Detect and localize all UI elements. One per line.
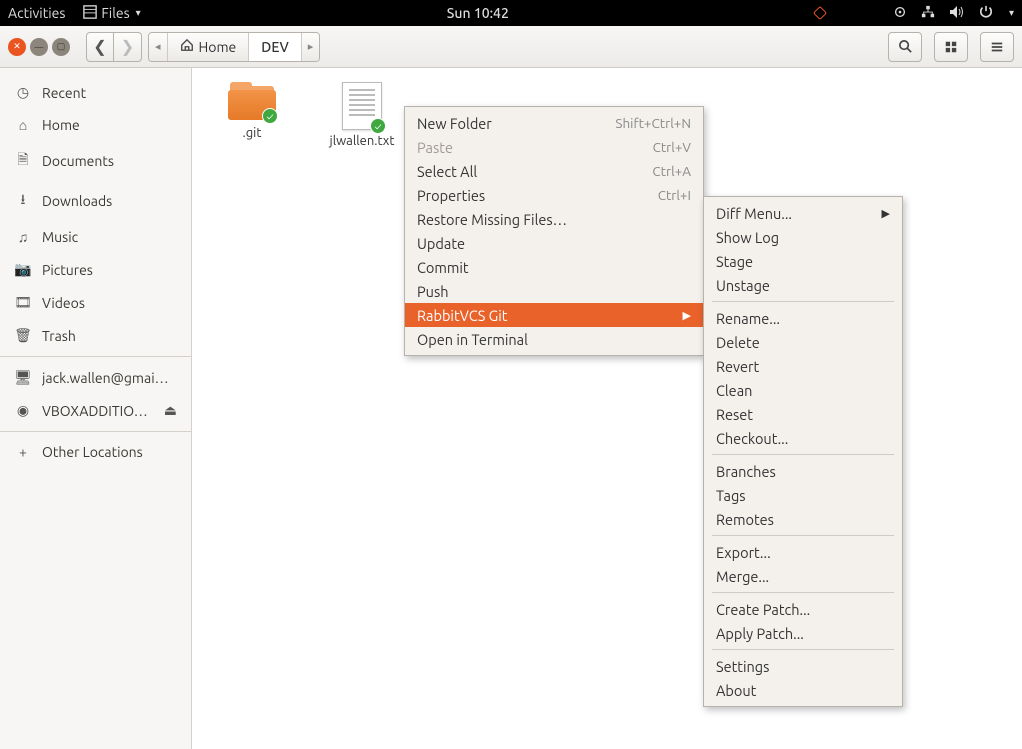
computer-icon: 🖥 bbox=[14, 369, 32, 386]
view-toggle-button[interactable] bbox=[934, 32, 968, 62]
files-icon bbox=[83, 5, 97, 22]
sidebar-item-other[interactable]: +Other Locations bbox=[0, 436, 191, 468]
submenu-clean[interactable]: Clean bbox=[704, 378, 902, 402]
menu-select-all[interactable]: Select AllCtrl+A bbox=[405, 159, 703, 183]
sidebar-item-account[interactable]: 🖥jack.wallen@gmail.... bbox=[0, 361, 191, 394]
submenu-revert[interactable]: Revert bbox=[704, 354, 902, 378]
forward-button[interactable]: ❯ bbox=[114, 32, 142, 62]
vcs-ok-badge-icon: ✓ bbox=[370, 118, 386, 134]
submenu-delete[interactable]: Delete bbox=[704, 330, 902, 354]
submenu-merge[interactable]: Merge... bbox=[704, 564, 902, 588]
path-home[interactable]: Home bbox=[168, 33, 250, 61]
submenu-apply-patch[interactable]: Apply Patch... bbox=[704, 621, 902, 645]
submenu-about[interactable]: About bbox=[704, 678, 902, 702]
sidebar-item-trash[interactable]: 🗑Trash bbox=[0, 319, 191, 352]
minimize-button[interactable]: — bbox=[30, 38, 48, 56]
clock-icon: ◷ bbox=[14, 84, 32, 101]
submenu-rename[interactable]: Rename... bbox=[704, 306, 902, 330]
menu-restore-missing[interactable]: Restore Missing Files… bbox=[405, 207, 703, 231]
disc-icon: ◉ bbox=[14, 402, 32, 419]
vcs-ok-badge-icon: ✓ bbox=[262, 108, 278, 124]
context-menu: New FolderShift+Ctrl+N PasteCtrl+V Selec… bbox=[404, 106, 704, 356]
submenu-create-patch[interactable]: Create Patch... bbox=[704, 597, 902, 621]
video-icon: 🎞 bbox=[14, 294, 32, 311]
submenu-stage[interactable]: Stage bbox=[704, 249, 902, 273]
menu-new-folder[interactable]: New FolderShift+Ctrl+N bbox=[405, 111, 703, 135]
app-menu[interactable]: Files ▾ bbox=[83, 5, 140, 22]
file-manager-toolbar: ✕ — ▢ ❮ ❯ ◂ Home DEV ▸ bbox=[0, 26, 1022, 68]
submenu-branches[interactable]: Branches bbox=[704, 459, 902, 483]
back-button[interactable]: ❮ bbox=[86, 32, 114, 62]
home-icon: ⌂ bbox=[14, 117, 32, 133]
submenu-unstage[interactable]: Unstage bbox=[704, 273, 902, 297]
eject-icon[interactable]: ⏏ bbox=[164, 402, 177, 419]
power-icon[interactable] bbox=[979, 5, 993, 22]
settings-indicator-icon[interactable] bbox=[893, 5, 907, 22]
submenu-reset[interactable]: Reset bbox=[704, 402, 902, 426]
plus-icon: + bbox=[14, 444, 32, 460]
submenu-checkout[interactable]: Checkout... bbox=[704, 426, 902, 450]
gnome-top-bar: Activities Files ▾ Sun 10:42 ▾ bbox=[0, 0, 1022, 26]
sidebar-item-music[interactable]: ♫Music bbox=[0, 221, 191, 253]
download-icon: ⭳ bbox=[14, 189, 32, 213]
submenu-tags[interactable]: Tags bbox=[704, 483, 902, 507]
file-label: jlwallen.txt bbox=[330, 134, 395, 148]
network-icon[interactable] bbox=[921, 5, 935, 22]
sidebar-item-home[interactable]: ⌂Home bbox=[0, 109, 191, 141]
hamburger-menu-button[interactable] bbox=[980, 32, 1014, 62]
sidebar-item-disk[interactable]: ◉VBOXADDITIO…⏏ bbox=[0, 394, 191, 427]
camera-icon: 📷 bbox=[14, 261, 32, 278]
submenu-settings[interactable]: Settings bbox=[704, 654, 902, 678]
path-prev-button[interactable]: ◂ bbox=[149, 33, 168, 61]
sidebar-item-recent[interactable]: ◷Recent bbox=[0, 76, 191, 109]
menu-commit[interactable]: Commit bbox=[405, 255, 703, 279]
sidebar-item-documents[interactable]: 🗎Documents bbox=[0, 141, 191, 181]
home-icon bbox=[180, 38, 194, 55]
trash-icon: 🗑 bbox=[14, 327, 32, 344]
chevron-down-icon: ▾ bbox=[1009, 7, 1014, 19]
submenu-remotes[interactable]: Remotes bbox=[704, 507, 902, 531]
menu-update[interactable]: Update bbox=[405, 231, 703, 255]
submenu-diff[interactable]: Diff Menu...▶ bbox=[704, 201, 902, 225]
folder-icon: ✓ bbox=[228, 82, 276, 122]
submenu-export[interactable]: Export... bbox=[704, 540, 902, 564]
submenu-showlog[interactable]: Show Log bbox=[704, 225, 902, 249]
path-next-button[interactable]: ▸ bbox=[302, 33, 320, 61]
breadcrumb: ◂ Home DEV ▸ bbox=[148, 32, 320, 62]
volume-icon[interactable] bbox=[949, 5, 965, 22]
menu-paste: PasteCtrl+V bbox=[405, 135, 703, 159]
chevron-right-icon: ▶ bbox=[683, 309, 691, 322]
menu-push[interactable]: Push bbox=[405, 279, 703, 303]
close-button[interactable]: ✕ bbox=[8, 38, 26, 56]
sidebar-item-videos[interactable]: 🎞Videos bbox=[0, 286, 191, 319]
sidebar: ◷Recent ⌂Home 🗎Documents ⭳Downloads ♫Mus… bbox=[0, 68, 192, 749]
file-label: .git bbox=[243, 126, 262, 140]
chevron-right-icon: ▶ bbox=[882, 207, 890, 220]
file-jlwallen[interactable]: ✓ jlwallen.txt bbox=[322, 82, 402, 148]
menu-open-terminal[interactable]: Open in Terminal bbox=[405, 327, 703, 351]
folder-git[interactable]: ✓ .git bbox=[212, 82, 292, 140]
search-button[interactable] bbox=[888, 32, 922, 62]
path-current[interactable]: DEV bbox=[249, 33, 301, 61]
update-indicator-icon[interactable] bbox=[813, 6, 827, 20]
sidebar-item-downloads[interactable]: ⭳Downloads bbox=[0, 181, 191, 221]
menu-rabbitvcs-git[interactable]: RabbitVCS Git▶ bbox=[405, 303, 703, 327]
maximize-button[interactable]: ▢ bbox=[52, 38, 70, 56]
clock[interactable]: Sun 10:42 bbox=[141, 5, 815, 21]
sidebar-item-pictures[interactable]: 📷Pictures bbox=[0, 253, 191, 286]
activities-button[interactable]: Activities bbox=[8, 5, 65, 21]
menu-properties[interactable]: PropertiesCtrl+I bbox=[405, 183, 703, 207]
document-icon: 🗎 bbox=[14, 149, 32, 173]
window-controls: ✕ — ▢ bbox=[8, 38, 70, 56]
music-icon: ♫ bbox=[14, 229, 32, 245]
rabbitvcs-submenu: Diff Menu...▶ Show Log Stage Unstage Ren… bbox=[703, 196, 903, 707]
